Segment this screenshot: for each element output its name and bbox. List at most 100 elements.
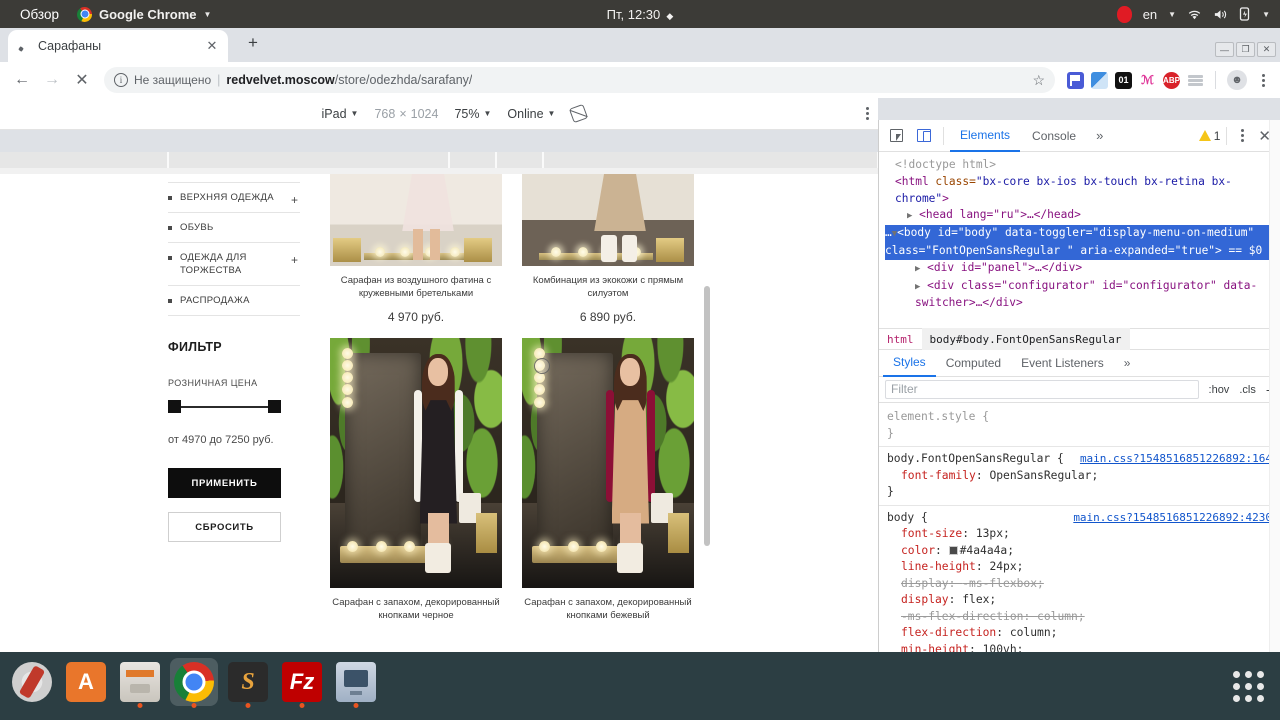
dom-line-panel[interactable]: ▶ <div id="panel">…</div>	[885, 260, 1280, 278]
css-value[interactable]: 24px;	[989, 560, 1023, 573]
css-value[interactable]: OpenSansRegular;	[989, 469, 1098, 482]
product-card[interactable]: Сарафан с запахом, декорированный кнопка…	[330, 338, 502, 622]
css-declaration[interactable]: display: flex;	[887, 592, 1272, 609]
new-tab-button[interactable]: +	[240, 30, 266, 56]
tab-styles[interactable]: Styles	[883, 350, 936, 377]
flag-extension-icon[interactable]	[1067, 71, 1084, 89]
device-width-input[interactable]: 768	[374, 107, 395, 121]
product-card[interactable]: Сарафан из воздушного фатина с кружевным…	[330, 174, 502, 324]
device-dimensions[interactable]: 768 × 1024	[374, 107, 438, 121]
product-card[interactable]: Сарафан с запахом, декорированный кнопка…	[522, 338, 694, 622]
launcher-settings-icon[interactable]	[8, 658, 56, 706]
chrome-menu-icon[interactable]	[1254, 73, 1272, 87]
pink-extension-icon[interactable]: ℳ	[1139, 72, 1156, 89]
expand-arrow-icon[interactable]: ▶	[907, 211, 912, 221]
css-property[interactable]: font-family	[901, 469, 976, 482]
apply-filter-button[interactable]: ПРИМЕНИТЬ	[168, 468, 281, 498]
launcher-remote-desktop-icon[interactable]	[332, 658, 380, 708]
warning-indicator[interactable]: 1	[1198, 129, 1220, 143]
expand-plus-icon[interactable]: +	[291, 193, 298, 207]
dom-line-body-selected[interactable]: …▼<body id="body" data-toggler="display-…	[885, 225, 1280, 260]
chevron-down-icon[interactable]: ▼	[1262, 10, 1270, 19]
breadcrumb-item-html[interactable]: html	[879, 328, 922, 350]
more-style-tabs-icon[interactable]: »	[1114, 350, 1141, 377]
tab-console[interactable]: Console	[1022, 120, 1086, 152]
css-source-link[interactable]: main.css?1548516851226892:164	[1080, 451, 1272, 468]
stop-button[interactable]: ✕	[68, 66, 96, 94]
product-image[interactable]	[522, 338, 694, 588]
css-value[interactable]: flex;	[962, 593, 996, 606]
back-button[interactable]: ←	[8, 66, 36, 94]
top-bar-status-area[interactable]: en ▼ ▼	[1116, 5, 1280, 23]
product-image[interactable]	[522, 174, 694, 266]
tab-event-listeners[interactable]: Event Listeners	[1011, 350, 1114, 377]
product-image[interactable]	[330, 338, 502, 588]
layers-extension-icon[interactable]	[1187, 72, 1204, 89]
css-declaration-overridden[interactable]: display: -ms-flexbox;	[887, 576, 1272, 593]
counter-01-extension-icon[interactable]: 01	[1115, 71, 1132, 89]
element-classes-button[interactable]: .cls	[1239, 384, 1256, 396]
zoom-selector[interactable]: 75% ▼	[454, 107, 491, 121]
tab-computed[interactable]: Computed	[936, 350, 1011, 377]
active-app-menu[interactable]: Google Chrome ▼	[69, 6, 219, 22]
css-value[interactable]: column;	[1010, 626, 1058, 639]
category-item-shoes[interactable]: ОБУВЬ	[168, 213, 300, 243]
product-name[interactable]: Сарафан из воздушного фатина с кружевным…	[330, 274, 502, 300]
window-minimize-button[interactable]: —	[1215, 42, 1234, 57]
window-maximize-button[interactable]: ❐	[1236, 42, 1255, 57]
category-item-outerwear[interactable]: ВЕРХНЯЯ ОДЕЖДА +	[168, 182, 300, 213]
css-declaration[interactable]: color: #4a4a4a;	[887, 543, 1272, 560]
scrollbar-thumb[interactable]	[704, 286, 710, 546]
color-swatch-icon[interactable]	[948, 545, 958, 555]
dom-tree[interactable]: <!doctype html> <html class="bx-core bx-…	[879, 152, 1280, 328]
product-name[interactable]: Сарафан с запахом, декорированный кнопка…	[522, 596, 694, 622]
css-property[interactable]: -ms-flex-direction	[901, 610, 1023, 623]
keyboard-layout[interactable]: en	[1143, 7, 1157, 22]
more-tabs-icon[interactable]: »	[1088, 128, 1111, 143]
styles-rules-pane[interactable]: element.style { } main.css?1548516851226…	[879, 403, 1280, 663]
launcher-google-chrome-icon[interactable]	[170, 658, 218, 708]
category-item-celebration[interactable]: ОДЕЖДА ДЛЯ ТОРЖЕСТВА +	[168, 243, 300, 286]
css-declaration[interactable]: font-family: OpenSansRegular;	[887, 468, 1272, 485]
launcher-ubuntu-software-icon[interactable]: A	[62, 658, 110, 706]
address-bar[interactable]: i Не защищено | redvelvet.moscow/store/o…	[104, 67, 1055, 93]
page-scrollbar[interactable]	[704, 196, 710, 680]
slider-handle-min[interactable]	[168, 400, 181, 413]
window-close-button[interactable]: ✕	[1257, 42, 1276, 57]
profile-avatar-icon[interactable]: ☻	[1227, 70, 1247, 90]
device-height-input[interactable]: 1024	[411, 107, 439, 121]
css-value[interactable]: 13px;	[976, 527, 1010, 540]
css-property[interactable]: flex-direction	[901, 626, 996, 639]
expand-arrow-icon[interactable]: ▶	[915, 282, 920, 292]
force-state-button[interactable]: :hov	[1209, 384, 1230, 396]
launcher-files-icon[interactable]	[116, 658, 164, 708]
inspect-element-icon[interactable]	[883, 123, 909, 149]
css-property[interactable]: line-height	[901, 560, 976, 573]
css-value[interactable]: column;	[1037, 610, 1085, 623]
css-source-link[interactable]: main.css?1548516851226892:4230	[1073, 510, 1272, 527]
slider-handle-max[interactable]	[268, 400, 281, 413]
adblock-plus-icon[interactable]: ABP	[1163, 71, 1180, 89]
browser-tab[interactable]: Сарафаны ✕	[8, 30, 228, 62]
category-item-sale[interactable]: РАСПРОДАЖА	[168, 286, 300, 316]
expand-plus-icon[interactable]: +	[291, 253, 298, 267]
launcher-sublime-text-icon[interactable]	[224, 658, 272, 708]
show-applications-icon[interactable]	[1233, 671, 1264, 702]
css-property[interactable]: font-size	[901, 527, 962, 540]
bookmark-star-icon[interactable]: ☆	[1032, 72, 1045, 89]
dom-line-head[interactable]: ▶ <head lang="ru">…</head>	[885, 207, 1280, 225]
activities-button[interactable]: Обзор	[10, 7, 69, 22]
styles-filter-input[interactable]: Filter	[885, 380, 1199, 399]
tab-elements[interactable]: Elements	[950, 120, 1021, 152]
price-range-slider[interactable]	[168, 400, 281, 414]
css-value[interactable]: #4a4a4a;	[960, 544, 1014, 557]
css-declaration-overridden[interactable]: -ms-flex-direction: column;	[887, 609, 1272, 626]
css-declaration[interactable]: font-size: 13px;	[887, 526, 1272, 543]
css-rule-body-font[interactable]: main.css?1548516851226892:164 body.FontO…	[887, 451, 1272, 501]
product-image[interactable]	[330, 174, 502, 266]
product-card[interactable]: Комбинация из экокожи с прямым силуэтом …	[522, 174, 694, 324]
launcher-filezilla-icon[interactable]: Fz	[278, 658, 326, 708]
css-selector[interactable]: body {	[887, 511, 928, 524]
tab-close-icon[interactable]: ✕	[204, 38, 220, 54]
blue-page-extension-icon[interactable]	[1091, 71, 1108, 89]
